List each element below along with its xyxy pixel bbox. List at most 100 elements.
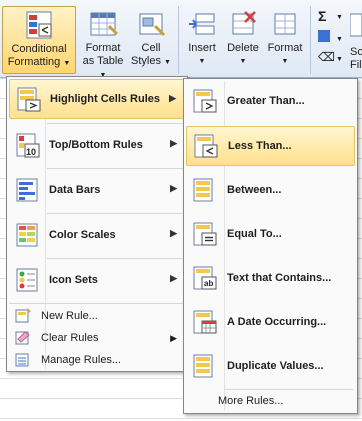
more-rules-item[interactable]: More Rules... <box>218 395 283 407</box>
menu-item-new-rule[interactable]: New Rule... <box>9 305 185 327</box>
ribbon-group-divider <box>178 6 179 74</box>
ribbon-group-divider <box>310 6 311 74</box>
format-as-table-label-1: Format <box>85 42 121 54</box>
submenu-item-date-occurring[interactable]: A Date Occurring... <box>186 302 355 342</box>
text-contains-icon: ab <box>192 265 218 291</box>
submenu-arrow-icon: ▶ <box>170 333 177 343</box>
delete-cells-icon <box>227 8 259 40</box>
conditional-formatting-label-2: Formatting <box>7 56 61 68</box>
menu-item-icon-sets[interactable]: Icon Sets ▶ <box>9 260 185 300</box>
chevron-down-icon: ▼ <box>336 56 343 63</box>
menu-item-color-scales[interactable]: Color Scales ▶ <box>9 215 185 255</box>
submenu-arrow-icon: ▶ <box>169 93 176 103</box>
format-cells-icon <box>269 8 301 40</box>
submenu-item-duplicate-values[interactable]: Duplicate Values... <box>186 346 355 386</box>
submenu-arrow-icon: ▶ <box>170 273 177 283</box>
menu-item-highlight-cells-rules[interactable]: Highlight Cells Rules ▶ <box>9 79 185 119</box>
conditional-formatting-button[interactable]: Conditional Formatting ▼ <box>2 6 76 74</box>
cell-styles-label-1: Cell <box>141 42 161 54</box>
cell-styles-label-2: Styles <box>131 55 161 67</box>
sort-filter-truncated-label[interactable]: So Fil <box>350 46 362 72</box>
fill-icon[interactable] <box>318 30 330 42</box>
submenu-item-label: Less Than... <box>228 140 292 152</box>
data-bars-icon <box>15 177 41 203</box>
submenu-item-label: A Date Occurring... <box>227 316 327 328</box>
conditional-formatting-label-1: Conditional <box>11 43 67 55</box>
delete-button[interactable]: Delete ▼ <box>224 6 262 74</box>
chevron-down-icon: ▼ <box>164 59 171 66</box>
menu-divider <box>47 123 183 124</box>
format-label: Format <box>267 42 303 54</box>
highlight-cells-rules-submenu: Greater Than... Less Than... Between... … <box>183 78 358 414</box>
cell-styles-icon <box>135 8 167 40</box>
format-as-table-label-2: as Table <box>82 55 124 67</box>
format-as-table-icon <box>87 8 119 40</box>
menu-item-label: Manage Rules... <box>41 354 122 366</box>
color-scales-icon <box>15 222 41 248</box>
chevron-down-icon: ▼ <box>63 60 71 67</box>
equal-to-icon <box>192 221 218 247</box>
menu-item-label: Top/Bottom Rules <box>49 139 143 151</box>
submenu-item-text-that-contains[interactable]: ab Text that Contains... <box>186 258 355 298</box>
menu-divider <box>47 168 183 169</box>
highlight-cells-icon <box>16 86 42 112</box>
format-button[interactable]: Format ▼ <box>264 6 306 74</box>
chevron-down-icon: ▼ <box>239 58 247 65</box>
menu-item-label: Clear Rules <box>41 332 99 344</box>
insert-cells-icon <box>186 8 218 40</box>
new-rule-icon <box>15 308 31 324</box>
sort-filter-icon[interactable] <box>349 10 362 40</box>
conditional-formatting-icon <box>23 9 55 41</box>
clear-icon[interactable]: ⌫ <box>318 50 335 64</box>
conditional-formatting-menu: Highlight Cells Rules ▶ 10 Top/Bottom Ru… <box>6 76 188 372</box>
format-as-table-button[interactable]: Format as Table ▼ <box>78 6 128 79</box>
menu-divider <box>224 389 353 390</box>
submenu-item-between[interactable]: Between... <box>186 170 355 210</box>
chevron-down-icon: ▼ <box>281 58 289 65</box>
icon-sets-icon <box>15 267 41 293</box>
cell-styles-button[interactable]: Cell Styles ▼ <box>128 6 174 74</box>
menu-item-label: Highlight Cells Rules <box>50 93 161 105</box>
insert-button[interactable]: Insert ▼ <box>182 6 222 74</box>
manage-rules-icon <box>15 352 31 368</box>
top-bottom-icon: 10 <box>15 132 41 158</box>
menu-item-manage-rules[interactable]: Manage Rules... <box>9 349 185 371</box>
menu-item-label: Icon Sets <box>49 274 98 286</box>
chevron-down-icon: ▼ <box>198 58 206 65</box>
duplicate-values-icon <box>192 353 218 379</box>
submenu-item-label: Duplicate Values... <box>227 360 324 372</box>
submenu-arrow-icon: ▶ <box>170 138 177 148</box>
submenu-item-label: Equal To... <box>227 228 282 240</box>
submenu-item-label: Greater Than... <box>227 95 305 107</box>
submenu-item-label: Between... <box>227 184 282 196</box>
submenu-item-label: Text that Contains... <box>227 272 332 284</box>
chevron-down-icon: ▼ <box>336 14 343 21</box>
less-than-icon <box>193 133 219 159</box>
submenu-item-less-than[interactable]: Less Than... <box>186 126 355 166</box>
submenu-item-greater-than[interactable]: Greater Than... <box>186 81 355 121</box>
between-icon <box>192 177 218 203</box>
svg-text:10: 10 <box>26 147 36 157</box>
menu-divider <box>47 213 183 214</box>
delete-label: Delete <box>227 42 259 54</box>
menu-item-label: New Rule... <box>41 310 98 322</box>
menu-item-data-bars[interactable]: Data Bars ▶ <box>9 170 185 210</box>
submenu-item-equal-to[interactable]: Equal To... <box>186 214 355 254</box>
editing-small-buttons: Σ ⌫ <box>318 8 335 68</box>
chevron-down-icon: ▼ <box>336 36 343 43</box>
insert-label: Insert <box>188 42 216 54</box>
svg-text:ab: ab <box>204 279 213 288</box>
date-occurring-icon <box>192 309 218 335</box>
submenu-arrow-icon: ▶ <box>170 228 177 238</box>
clear-rules-icon <box>15 330 31 346</box>
autosum-icon[interactable]: Σ <box>318 8 332 24</box>
greater-than-icon <box>192 88 218 114</box>
menu-item-clear-rules[interactable]: Clear Rules ▶ <box>9 327 185 349</box>
menu-item-label: Data Bars <box>49 184 101 196</box>
menu-item-label: Color Scales <box>49 229 116 241</box>
ribbon: Conditional Formatting ▼ Format as Table… <box>0 0 362 79</box>
menu-item-top-bottom-rules[interactable]: 10 Top/Bottom Rules ▶ <box>9 125 185 165</box>
menu-divider <box>9 303 183 304</box>
submenu-arrow-icon: ▶ <box>170 183 177 193</box>
menu-divider <box>47 258 183 259</box>
